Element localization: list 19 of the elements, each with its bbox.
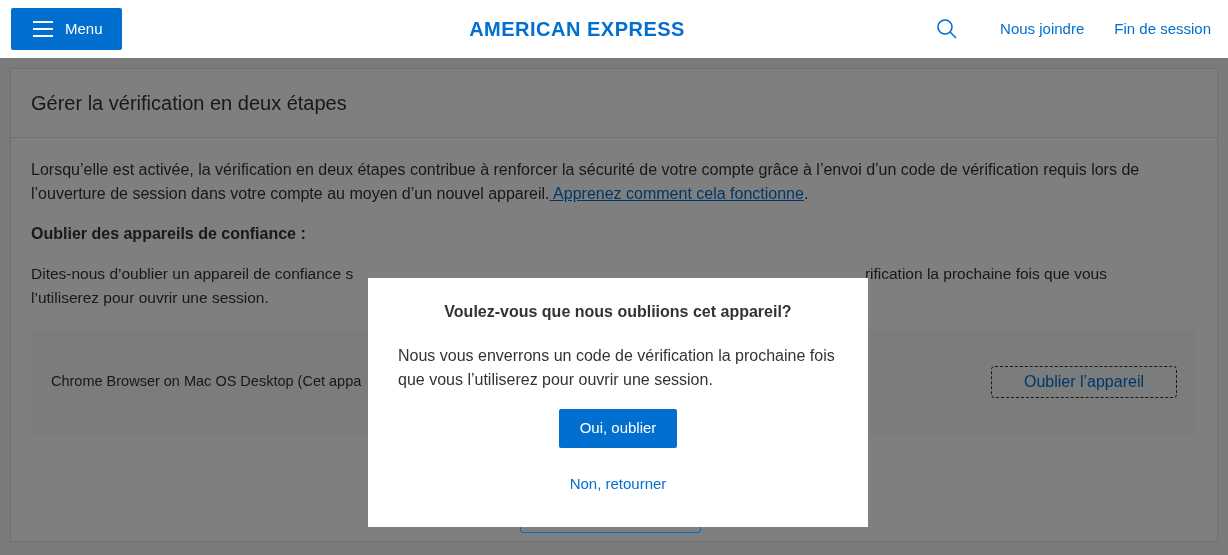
menu-icon xyxy=(33,21,53,37)
dialog-message: Nous vous enverrons un code de vérification la prochaine fois que vous l’utiliserez pour ouvrir une session. xyxy=(397,346,836,390)
forget-device-button[interactable]: Oublier l’appareil xyxy=(990,366,1177,398)
menu-button[interactable]: Menu xyxy=(11,8,122,50)
section-heading: Oublier des appareils de confiance : xyxy=(31,224,307,244)
dialog-title: Voulez-vous que nous oubliions cet appareil? xyxy=(444,302,792,322)
cancel-link[interactable]: Non, retourner xyxy=(569,473,667,496)
paragraph-fragment: l’utiliserez pour ouvrir une session. xyxy=(31,288,270,308)
header-link[interactable]: Nous joindre xyxy=(1000,17,1085,41)
search-icon[interactable] xyxy=(936,18,959,40)
device-name: Chrome Browser on Mac OS Desktop (Cet appa xyxy=(51,372,362,392)
page-title: Gérer la vérification en deux étapes xyxy=(31,91,347,116)
logo[interactable]: AMERICAN EXPRESS xyxy=(469,14,685,44)
learn-more-link[interactable]: Apprenez comment cela fonctionne xyxy=(549,185,804,202)
header-link[interactable]: Fin de session xyxy=(1114,17,1211,41)
intro-paragraph: Lorsqu’elle est activée, la vérification en deux étapes contribue à renforcer la sécurité de votre compte grâce à l’envoi d’un code de vérification requis lors de l’ouverture de session dans votre compte au moyen d’un nouvel appareil. Apprenez comment cela fonctionne. xyxy=(31,160,1141,204)
paragraph-fragment: rification la prochaine fois que vous xyxy=(864,264,1107,284)
paragraph-fragment: Dites-nous d’oublier un appareil de confiance s xyxy=(31,264,354,284)
confirm-button[interactable]: Oui, oublier xyxy=(559,409,677,448)
